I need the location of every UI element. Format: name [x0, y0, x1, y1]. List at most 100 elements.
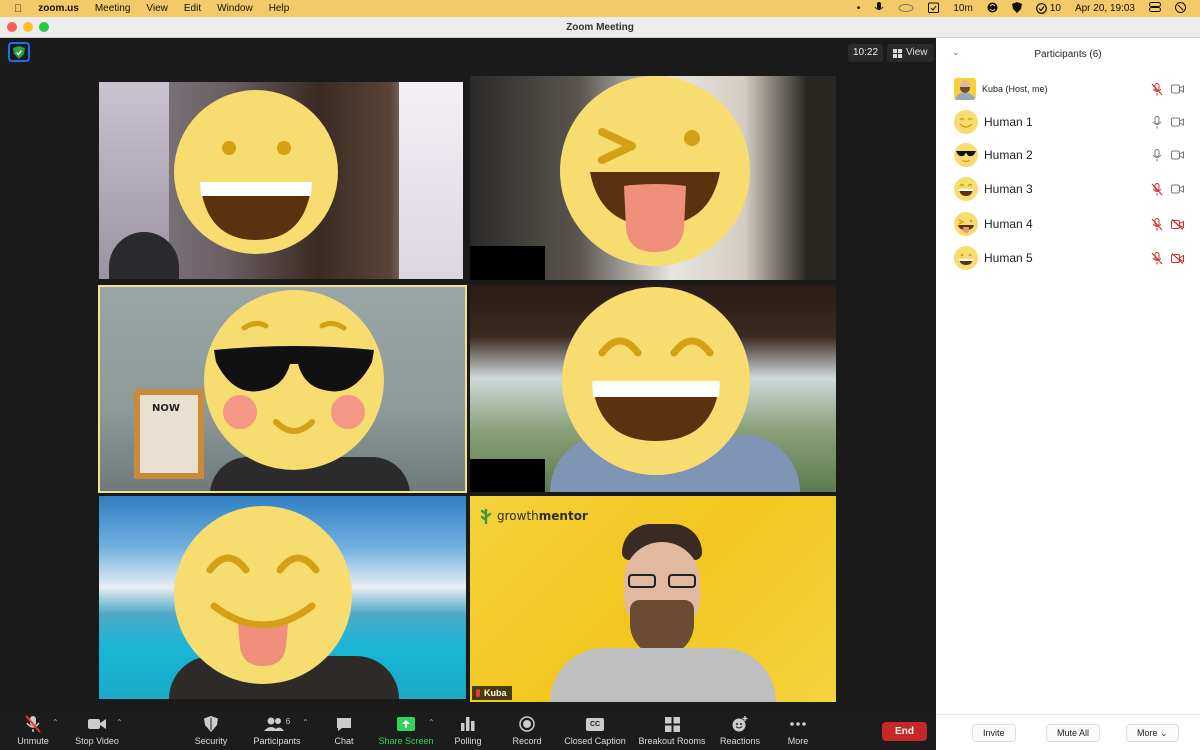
- collapse-chevron-icon[interactable]: ⌄: [952, 47, 960, 58]
- menu-help[interactable]: Help: [269, 3, 290, 14]
- sunglasses-emoji-face: [204, 290, 384, 470]
- macos-menubar:  zoom.us Meeting View Edit Window Help …: [0, 0, 1200, 17]
- menu-app-name[interactable]: zoom.us: [38, 3, 79, 14]
- chat-icon: [334, 715, 354, 733]
- polling-icon: [458, 715, 478, 733]
- participants-options-caret[interactable]: ⌃: [302, 718, 309, 727]
- reactions-button[interactable]: Reactions: [718, 710, 762, 750]
- mic-muted-icon[interactable]: [1151, 182, 1163, 196]
- encryption-shield-icon[interactable]: [8, 42, 30, 62]
- mic-off-icon: [23, 715, 43, 733]
- breakout-rooms-button[interactable]: Breakout Rooms: [637, 710, 707, 750]
- mic-status-icon[interactable]: [874, 1, 884, 16]
- minimize-window-button[interactable]: [23, 22, 33, 32]
- window-controls: [7, 22, 49, 32]
- sync-icon[interactable]: [987, 2, 998, 16]
- video-tile-2[interactable]: [470, 76, 836, 280]
- participant-row-human-4[interactable]: Human 4: [954, 211, 1184, 237]
- video-stage: 10:22 View NOW growthmentor Kuba: [0, 38, 936, 710]
- tongue-emoji-avatar: [954, 212, 978, 236]
- record-label: Record: [512, 736, 542, 746]
- siri-icon[interactable]: [1175, 1, 1186, 16]
- mic-muted-icon[interactable]: [1151, 217, 1163, 231]
- unmute-button[interactable]: Unmute: [12, 710, 54, 750]
- video-on-icon[interactable]: [1171, 150, 1184, 160]
- close-window-button[interactable]: [7, 22, 17, 32]
- video-on-icon[interactable]: [1171, 84, 1184, 94]
- control-center-icon[interactable]: [1149, 2, 1161, 15]
- mic-on-icon[interactable]: [1151, 115, 1163, 129]
- participant-row-human-1[interactable]: Human 1: [954, 109, 1184, 135]
- stop-video-button[interactable]: Stop Video: [72, 710, 122, 750]
- closed-caption-button[interactable]: CC Closed Caption: [562, 710, 628, 750]
- polling-button[interactable]: Polling: [453, 710, 483, 750]
- person-kuba: [550, 518, 790, 702]
- video-off-icon[interactable]: [1171, 252, 1184, 264]
- timer-text[interactable]: 10m: [953, 3, 972, 14]
- sunglasses-emoji-avatar: [954, 143, 978, 167]
- participants-button[interactable]: 6 Participants: [250, 710, 304, 750]
- security-button[interactable]: Security: [190, 710, 232, 750]
- meeting-toolbar: Unmute ⌃ Stop Video ⌃ Security 6 Partici…: [0, 710, 936, 750]
- menu-edit[interactable]: Edit: [184, 3, 201, 14]
- calendar-icon[interactable]: [928, 2, 940, 16]
- mic-muted-icon[interactable]: [1151, 251, 1163, 265]
- mic-muted-icon[interactable]: [1151, 82, 1163, 96]
- video-tile-3[interactable]: NOW: [98, 285, 467, 493]
- video-off-icon[interactable]: [1171, 218, 1184, 230]
- participants-count-badge: 6: [285, 716, 291, 726]
- participants-label: Participants: [253, 736, 301, 746]
- apple-icon[interactable]: : [14, 3, 22, 15]
- window-titlebar: Zoom Meeting: [0, 17, 1200, 38]
- squint-tongue-emoji-face: [174, 506, 352, 684]
- menu-meeting[interactable]: Meeting: [95, 3, 131, 14]
- video-tile-6[interactable]: growthmentor Kuba: [470, 496, 836, 702]
- door-region: [399, 82, 463, 279]
- video-on-icon[interactable]: [1171, 184, 1184, 194]
- participant-row-human-5[interactable]: Human 5: [954, 245, 1184, 271]
- view-button[interactable]: View: [887, 44, 934, 62]
- participants-title: Participants (6): [1034, 48, 1102, 60]
- unmute-label: Unmute: [17, 736, 49, 746]
- menu-window[interactable]: Window: [217, 3, 253, 14]
- video-tile-5[interactable]: [99, 496, 466, 699]
- chevron-down-icon: ⌄: [1160, 728, 1168, 738]
- share-screen-button[interactable]: Share Screen: [376, 710, 436, 750]
- video-icon: [87, 715, 107, 733]
- mute-all-button[interactable]: Mute All: [1046, 724, 1101, 742]
- closed-caption-label: Closed Caption: [564, 736, 626, 746]
- dot-icon[interactable]: •: [857, 3, 861, 14]
- share-screen-icon: [396, 715, 416, 733]
- polling-label: Polling: [454, 736, 482, 746]
- participant-name-chip: Kuba: [472, 686, 512, 700]
- participant-row-human-2[interactable]: Human 2: [954, 142, 1184, 168]
- chat-button[interactable]: Chat: [330, 710, 358, 750]
- unmute-options-caret[interactable]: ⌃: [52, 718, 59, 727]
- invite-button[interactable]: Invite: [972, 724, 1016, 742]
- tasks-icon[interactable]: 10: [1035, 3, 1061, 14]
- black-overlay-rect: [470, 246, 545, 280]
- zoom-window-button[interactable]: [39, 22, 49, 32]
- video-options-caret[interactable]: ⌃: [116, 718, 123, 727]
- participant-row-human-3[interactable]: Human 3: [954, 176, 1184, 202]
- menu-view[interactable]: View: [146, 3, 168, 14]
- shield-status-icon[interactable]: [1011, 1, 1022, 16]
- datetime[interactable]: Apr 20, 19:03: [1075, 3, 1135, 14]
- record-button[interactable]: Record: [511, 710, 543, 750]
- grin-emoji-avatar: [954, 110, 978, 134]
- more-button[interactable]: More: [783, 710, 813, 750]
- video-on-icon[interactable]: [1171, 117, 1184, 127]
- panel-more-button[interactable]: More ⌄: [1126, 724, 1179, 742]
- grid-view-icon: [893, 48, 902, 58]
- video-tile-4[interactable]: [470, 285, 836, 492]
- chat-label: Chat: [334, 736, 354, 746]
- video-tile-1[interactable]: [99, 82, 463, 279]
- mic-on-icon[interactable]: [1151, 148, 1163, 162]
- breakout-icon: [662, 715, 682, 733]
- participant-name: Human 1: [984, 115, 1033, 129]
- grin-emoji-avatar: [954, 246, 978, 270]
- end-meeting-button[interactable]: End: [882, 722, 927, 741]
- participant-row-kuba[interactable]: Kuba (Host, me): [954, 76, 1184, 102]
- cloud-icon[interactable]: [898, 2, 914, 15]
- share-options-caret[interactable]: ⌃: [428, 718, 435, 727]
